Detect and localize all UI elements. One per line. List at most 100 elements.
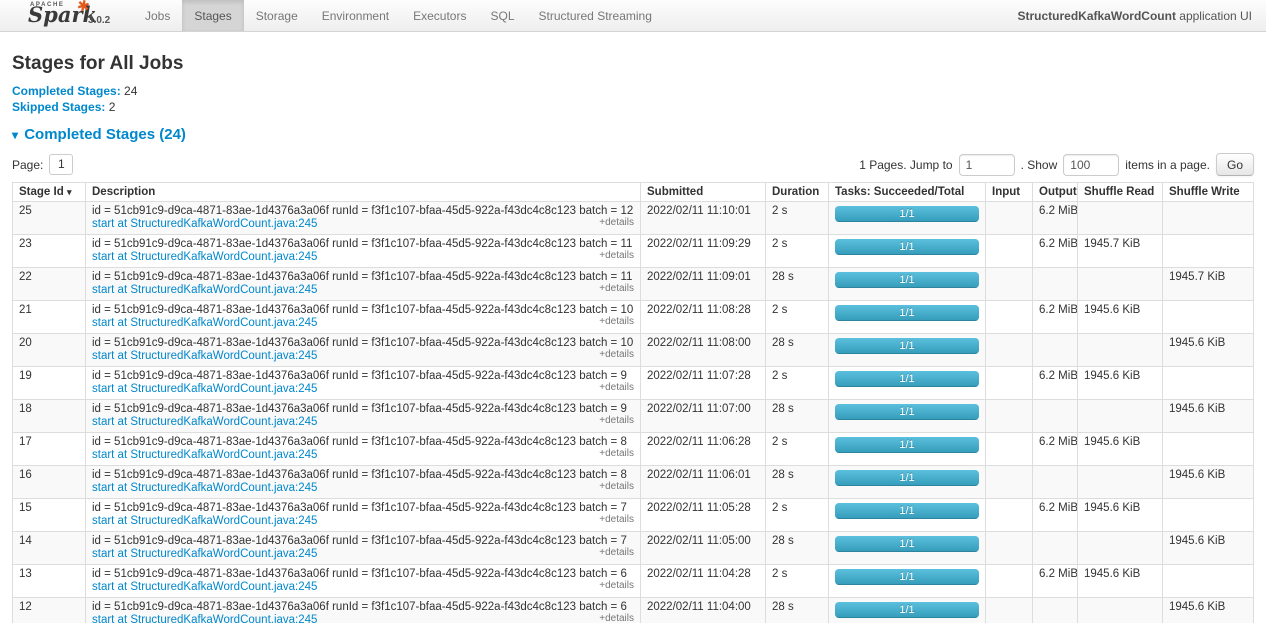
tasks-cell: 1/1 (829, 598, 986, 623)
col-submitted[interactable]: Submitted (641, 183, 766, 202)
table-row: 12 id = 51cb91c9-d9ca-4871-83ae-1d4376a3… (13, 598, 1254, 623)
table-row: 21 id = 51cb91c9-d9ca-4871-83ae-1d4376a3… (13, 301, 1254, 334)
stage-detail-link[interactable]: start at StructuredKafkaWordCount.java:2… (92, 350, 317, 363)
col-description[interactable]: Description (86, 183, 641, 202)
items-per-page-input[interactable] (1063, 154, 1119, 176)
description-cell: id = 51cb91c9-d9ca-4871-83ae-1d4376a3a06… (86, 532, 641, 565)
col-input[interactable]: Input (986, 183, 1033, 202)
description-cell: id = 51cb91c9-d9ca-4871-83ae-1d4376a3a06… (86, 334, 641, 367)
completed-stages-link[interactable]: Completed Stages: (12, 84, 121, 98)
details-toggle[interactable]: +details (599, 481, 634, 492)
duration-cell: 2 s (766, 565, 829, 598)
top-navbar: APACHE Spark ✱ 3.0.2 JobsStagesStorageEn… (0, 0, 1266, 32)
output-cell: 6.2 MiB (1033, 367, 1078, 400)
stage-detail-link[interactable]: start at StructuredKafkaWordCount.java:2… (92, 482, 317, 495)
stage-id-cell: 16 (13, 466, 86, 499)
input-cell (986, 202, 1033, 235)
stage-id-cell: 15 (13, 499, 86, 532)
stages-table-body: 25 id = 51cb91c9-d9ca-4871-83ae-1d4376a3… (13, 202, 1254, 623)
submitted-cell: 2022/02/11 11:07:00 (641, 400, 766, 433)
go-button[interactable]: Go (1216, 153, 1254, 176)
details-toggle[interactable]: +details (599, 613, 634, 623)
stage-detail-link[interactable]: start at StructuredKafkaWordCount.java:2… (92, 416, 317, 429)
shuffle-write-cell (1163, 367, 1254, 400)
submitted-cell: 2022/02/11 11:08:28 (641, 301, 766, 334)
nav-item-jobs[interactable]: Jobs (133, 0, 182, 31)
tasks-cell: 1/1 (829, 433, 986, 466)
details-toggle[interactable]: +details (599, 316, 634, 327)
details-toggle[interactable]: +details (599, 349, 634, 360)
description-cell: id = 51cb91c9-d9ca-4871-83ae-1d4376a3a06… (86, 268, 641, 301)
stage-detail-link[interactable]: start at StructuredKafkaWordCount.java:2… (92, 581, 317, 594)
stage-detail-link[interactable]: start at StructuredKafkaWordCount.java:2… (92, 383, 317, 396)
stage-detail-link[interactable]: start at StructuredKafkaWordCount.java:2… (92, 251, 317, 264)
stage-detail-link[interactable]: start at StructuredKafkaWordCount.java:2… (92, 449, 317, 462)
stage-detail-link[interactable]: start at StructuredKafkaWordCount.java:2… (92, 515, 317, 528)
col-output[interactable]: Output (1033, 183, 1078, 202)
skipped-stages-link[interactable]: Skipped Stages: (12, 100, 105, 114)
details-toggle[interactable]: +details (599, 547, 634, 558)
stage-id-cell: 25 (13, 202, 86, 235)
nav-item-stages[interactable]: Stages (182, 0, 243, 31)
details-toggle[interactable]: +details (599, 250, 634, 261)
table-row: 22 id = 51cb91c9-d9ca-4871-83ae-1d4376a3… (13, 268, 1254, 301)
details-toggle[interactable]: +details (599, 217, 634, 228)
details-toggle[interactable]: +details (599, 382, 634, 393)
submitted-cell: 2022/02/11 11:10:01 (641, 202, 766, 235)
table-header-row: Stage Id ▾ Description Submitted Duratio… (13, 183, 1254, 202)
duration-cell: 2 s (766, 235, 829, 268)
progress-label: 1/1 (835, 305, 979, 321)
task-progress-bar: 1/1 (835, 569, 979, 585)
stage-id-cell: 23 (13, 235, 86, 268)
application-name: StructuredKafkaWordCount application UI (1018, 9, 1266, 23)
table-row: 16 id = 51cb91c9-d9ca-4871-83ae-1d4376a3… (13, 466, 1254, 499)
stage-summary: Completed Stages: 24 Skipped Stages: 2 (12, 85, 1254, 114)
progress-label: 1/1 (835, 404, 979, 420)
submitted-cell: 2022/02/11 11:05:28 (641, 499, 766, 532)
submitted-cell: 2022/02/11 11:06:01 (641, 466, 766, 499)
col-duration[interactable]: Duration (766, 183, 829, 202)
shuffle-read-cell: 1945.7 KiB (1078, 235, 1163, 268)
details-toggle[interactable]: +details (599, 514, 634, 525)
details-toggle[interactable]: +details (599, 415, 634, 426)
nav-item-executors[interactable]: Executors (401, 0, 478, 31)
submitted-cell: 2022/02/11 11:05:00 (641, 532, 766, 565)
stage-detail-link[interactable]: start at StructuredKafkaWordCount.java:2… (92, 284, 317, 297)
details-toggle[interactable]: +details (599, 580, 634, 591)
stage-description: id = 51cb91c9-d9ca-4871-83ae-1d4376a3a06… (92, 370, 634, 383)
col-shuffle-read[interactable]: Shuffle Read (1078, 183, 1163, 202)
nav-item-storage[interactable]: Storage (244, 0, 310, 31)
col-tasks[interactable]: Tasks: Succeeded/Total (829, 183, 986, 202)
nav-item-sql[interactable]: SQL (478, 0, 526, 31)
collapse-arrow-icon: ▾ (12, 128, 18, 142)
col-stage-id[interactable]: Stage Id ▾ (13, 183, 86, 202)
jump-to-page-input[interactable] (959, 154, 1015, 176)
details-toggle[interactable]: +details (599, 283, 634, 294)
current-page-button[interactable]: 1 (49, 154, 73, 175)
input-cell (986, 598, 1033, 623)
table-row: 17 id = 51cb91c9-d9ca-4871-83ae-1d4376a3… (13, 433, 1254, 466)
output-cell (1033, 466, 1078, 499)
progress-label: 1/1 (835, 206, 979, 222)
description-cell: id = 51cb91c9-d9ca-4871-83ae-1d4376a3a06… (86, 367, 641, 400)
stage-detail-link[interactable]: start at StructuredKafkaWordCount.java:2… (92, 218, 317, 231)
nav-item-environment[interactable]: Environment (310, 0, 401, 31)
output-cell: 6.2 MiB (1033, 301, 1078, 334)
spark-logo[interactable]: APACHE Spark ✱ 3.0.2 (28, 0, 133, 31)
stage-id-cell: 14 (13, 532, 86, 565)
duration-cell: 28 s (766, 466, 829, 499)
stage-detail-link[interactable]: start at StructuredKafkaWordCount.java:2… (92, 548, 317, 561)
shuffle-write-cell: 1945.6 KiB (1163, 532, 1254, 565)
stage-detail-link[interactable]: start at StructuredKafkaWordCount.java:2… (92, 614, 317, 623)
stage-detail-link[interactable]: start at StructuredKafkaWordCount.java:2… (92, 317, 317, 330)
task-progress-bar: 1/1 (835, 272, 979, 288)
shuffle-read-cell (1078, 466, 1163, 499)
details-toggle[interactable]: +details (599, 448, 634, 459)
stage-id-cell: 19 (13, 367, 86, 400)
application-name-suffix: application UI (1176, 9, 1252, 23)
nav-item-structured-streaming[interactable]: Structured Streaming (527, 0, 664, 31)
stage-id-cell: 20 (13, 334, 86, 367)
col-shuffle-write[interactable]: Shuffle Write (1163, 183, 1254, 202)
output-cell (1033, 268, 1078, 301)
completed-stages-section-header[interactable]: ▾ Completed Stages (24) (12, 126, 1254, 143)
